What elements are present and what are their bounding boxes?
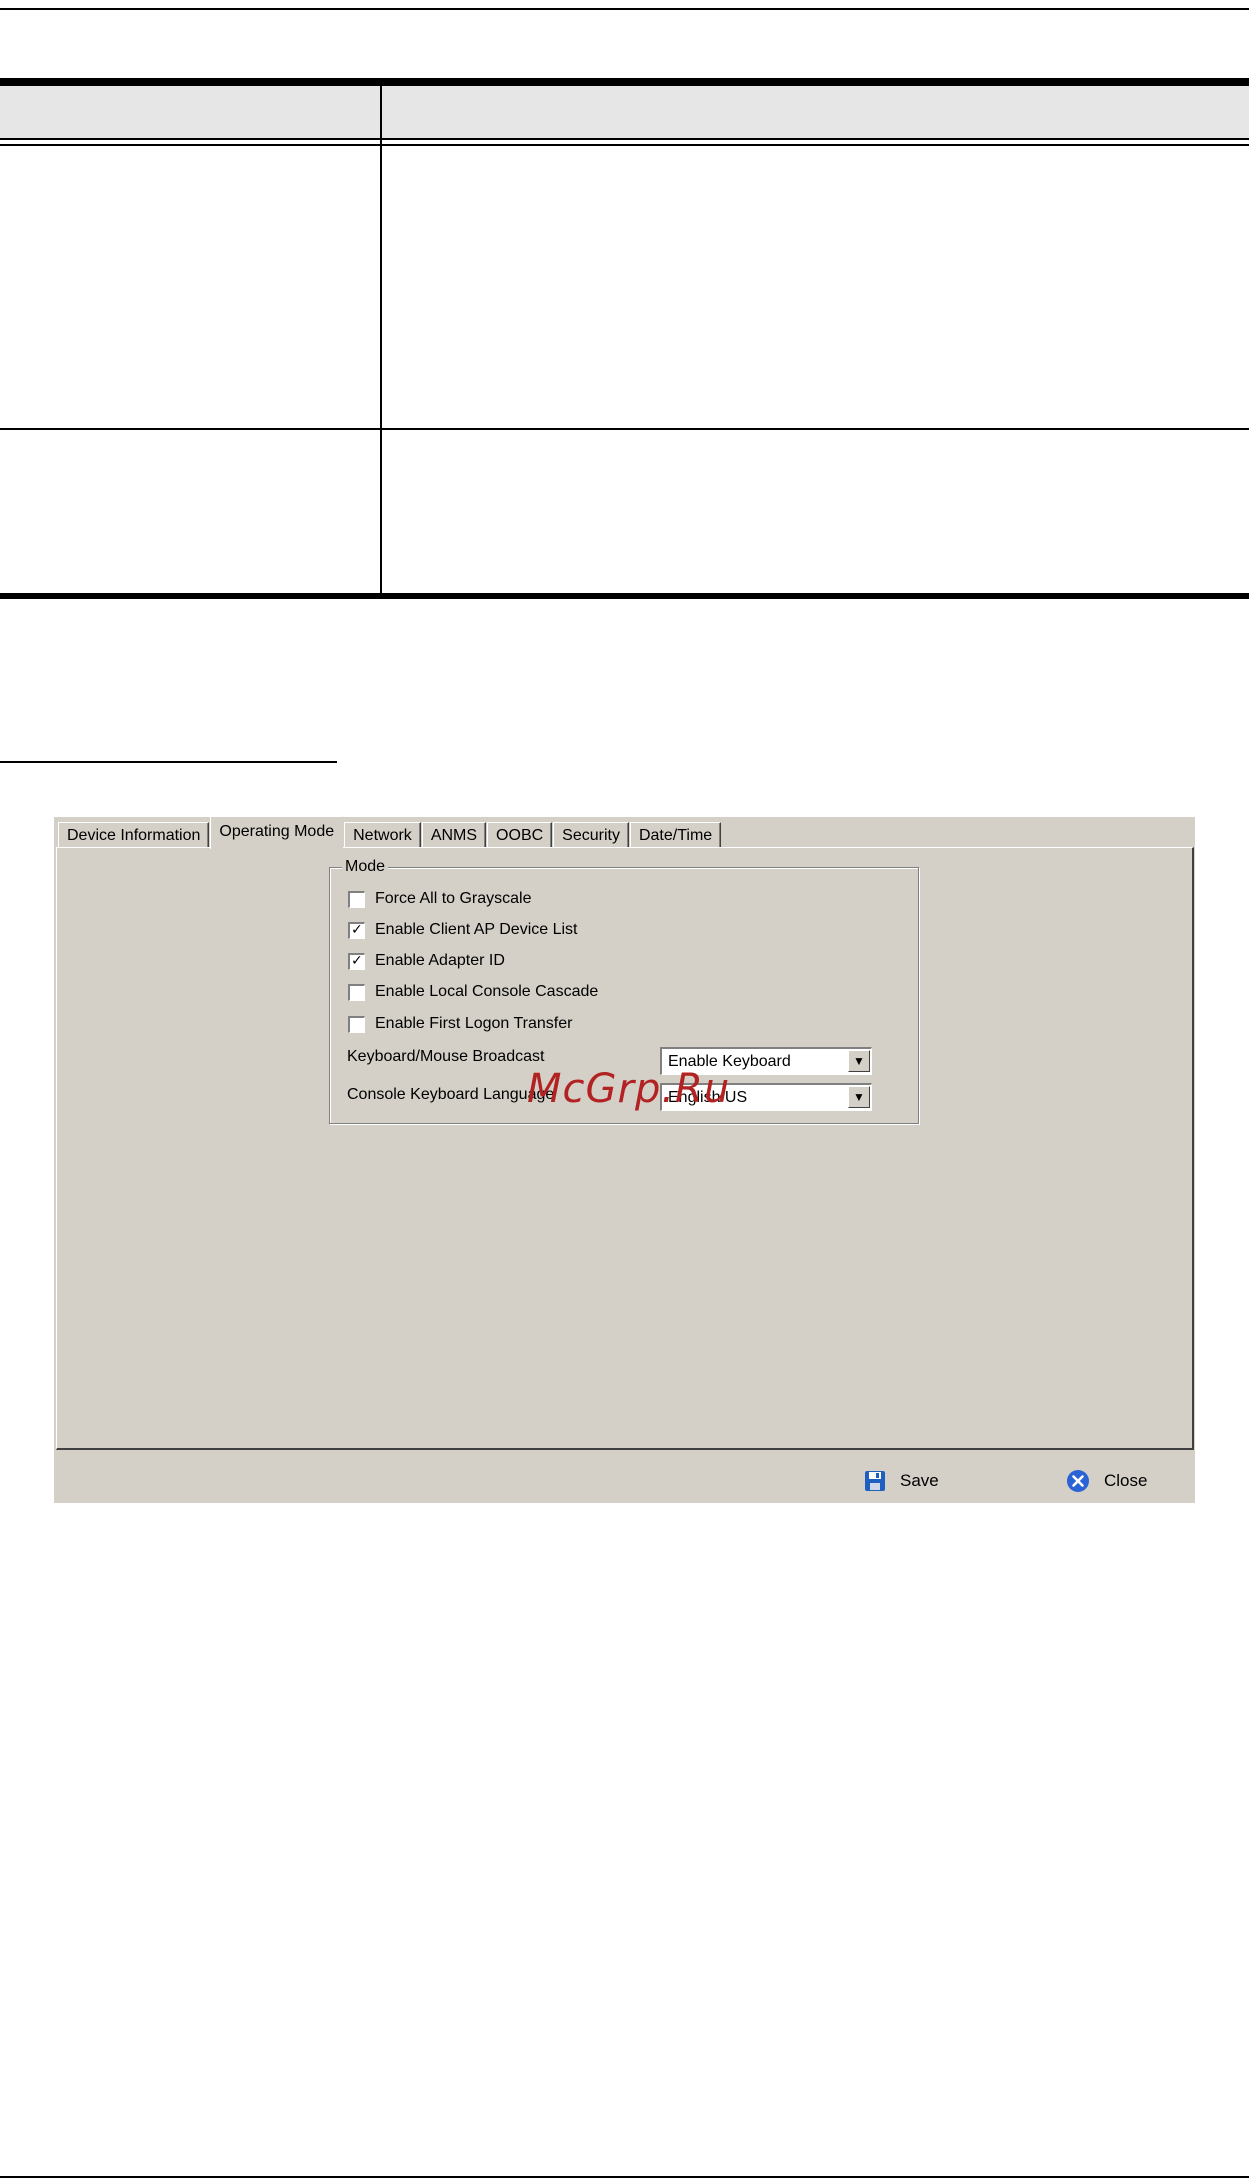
tab-operating-mode[interactable]: Operating Mode	[210, 816, 344, 849]
tab-panel: Mode Force All to Grayscale ✓ Enable Cli…	[56, 847, 1194, 1450]
tab-strip: Device Information Operating Mode Networ…	[58, 816, 722, 849]
keyboard-language-label: Console Keyboard Language	[347, 1086, 555, 1103]
tab-date-time[interactable]: Date/Time	[629, 822, 722, 849]
tab-device-information[interactable]: Device Information	[58, 822, 210, 849]
floppy-disk-icon	[865, 1471, 885, 1491]
watermark-text: McGrp.Ru	[527, 1066, 731, 1112]
force-grayscale-label: Force All to Grayscale	[375, 890, 532, 907]
dialog-footer: Save Close	[54, 1457, 1195, 1503]
first-logon-transfer-label: Enable First Logon Transfer	[375, 1015, 573, 1032]
header-separator	[0, 138, 1249, 140]
tab-oobc[interactable]: OOBC	[487, 822, 553, 849]
first-logon-transfer-checkbox[interactable]	[348, 1015, 365, 1033]
broadcast-label: Keyboard/Mouse Broadcast	[347, 1048, 545, 1065]
table-header	[0, 78, 1249, 138]
adapter-id-checkbox[interactable]: ✓	[348, 952, 365, 970]
tab-security[interactable]: Security	[553, 822, 629, 849]
close-icon	[1067, 1470, 1089, 1492]
bottom-rule	[0, 2176, 1249, 2178]
close-label: Close	[1104, 1471, 1148, 1490]
local-console-cascade-checkbox[interactable]	[348, 983, 365, 1001]
chevron-down-icon[interactable]: ▼	[848, 1086, 870, 1108]
tab-anms[interactable]: ANMS	[421, 822, 487, 849]
first-logon-transfer-option[interactable]: Enable First Logon Transfer	[348, 1013, 572, 1035]
operating-mode-dialog: Device Information Operating Mode Networ…	[54, 816, 1195, 1503]
force-grayscale-option[interactable]: Force All to Grayscale	[348, 888, 532, 910]
local-console-cascade-option[interactable]: Enable Local Console Cascade	[348, 981, 598, 1003]
top-rule	[0, 8, 1249, 10]
header-separator-double	[0, 144, 1249, 146]
close-button[interactable]: Close	[1066, 1467, 1147, 1495]
column-separator	[380, 86, 382, 594]
checkmark-icon: ✓	[351, 921, 363, 938]
force-grayscale-checkbox[interactable]	[348, 890, 365, 908]
document-table	[0, 78, 1249, 599]
table-bottom-border	[0, 593, 1249, 599]
table-top-border	[0, 78, 1249, 86]
client-ap-device-list-label: Enable Client AP Device List	[375, 921, 578, 938]
section-heading-underline	[0, 761, 337, 763]
checkmark-icon: ✓	[351, 952, 363, 969]
adapter-id-label: Enable Adapter ID	[375, 952, 505, 969]
local-console-cascade-label: Enable Local Console Cascade	[375, 983, 599, 1000]
save-button[interactable]: Save	[864, 1467, 939, 1495]
row-separator	[0, 428, 1249, 430]
chevron-down-icon[interactable]: ▼	[848, 1050, 870, 1072]
client-ap-device-list-option[interactable]: ✓ Enable Client AP Device List	[348, 919, 577, 941]
mode-group-legend: Mode	[342, 858, 389, 876]
adapter-id-option[interactable]: ✓ Enable Adapter ID	[348, 950, 505, 972]
save-label: Save	[900, 1471, 939, 1490]
tab-network[interactable]: Network	[344, 822, 421, 849]
client-ap-device-list-checkbox[interactable]: ✓	[348, 921, 365, 939]
